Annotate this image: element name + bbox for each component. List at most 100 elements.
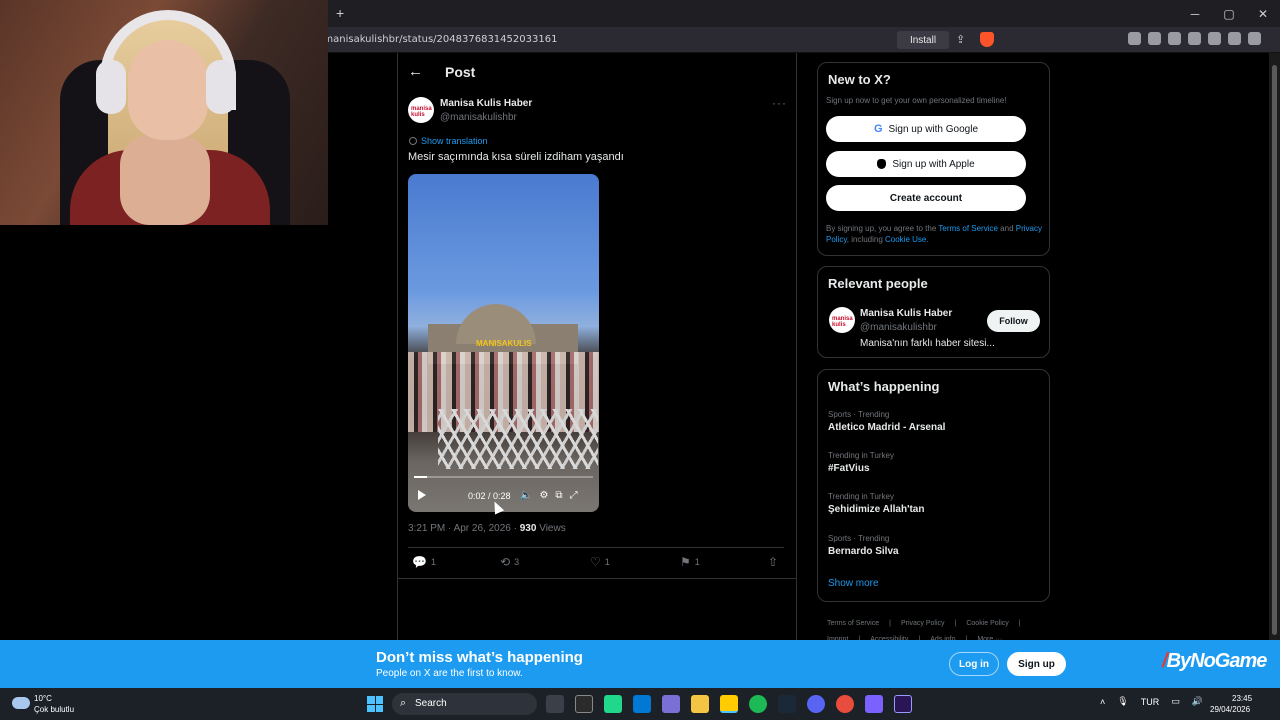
- post-timestamp[interactable]: 3:21 PM · Apr 26, 2026 ·: [408, 523, 520, 534]
- signup-google-button[interactable]: G Sign up with Google: [826, 116, 1026, 142]
- terms-of-service-link[interactable]: Terms of Service: [938, 224, 998, 233]
- reply-button[interactable]: 💬 1: [412, 555, 436, 569]
- person-avatar[interactable]: manisa kulis: [829, 307, 855, 333]
- like-button[interactable]: ♡ 1: [590, 555, 610, 569]
- play-icon[interactable]: [418, 490, 426, 500]
- network-icon[interactable]: ▭: [1171, 696, 1180, 707]
- trend-item[interactable]: Sports · Trending Atletico Madrid - Arsen…: [828, 410, 945, 433]
- like-count: 1: [604, 557, 610, 567]
- create-account-button[interactable]: Create account: [826, 185, 1026, 211]
- page-scrollbar[interactable]: [1269, 53, 1280, 640]
- trend-item[interactable]: Sports · Trending Bernardo Silva: [828, 534, 899, 557]
- bookmark-button[interactable]: ⚑ 1: [680, 555, 700, 569]
- author-handle[interactable]: @manisakulishbr: [440, 112, 517, 123]
- signup-apple-button[interactable]: Sign up with Apple: [826, 151, 1026, 177]
- steam-icon[interactable]: [778, 695, 796, 713]
- bynogame-brand: ByNoGame: [1166, 650, 1268, 672]
- footer-link[interactable]: Cookie Policy: [966, 620, 1008, 627]
- whats-happening-card: What’s happening Sports · Trending Atleti…: [817, 369, 1050, 602]
- brave-icon[interactable]: [836, 695, 854, 713]
- footer-link[interactable]: Privacy Policy: [901, 620, 945, 627]
- vscode-icon[interactable]: [633, 695, 651, 713]
- cookie-use-link[interactable]: Cookie Use: [885, 235, 926, 244]
- terminal-icon[interactable]: [575, 695, 593, 713]
- show-translation-link[interactable]: Show translation: [409, 136, 488, 146]
- volume-icon[interactable]: 🔈: [520, 490, 532, 501]
- install-app-button[interactable]: Install: [897, 31, 949, 49]
- discord-icon[interactable]: [807, 695, 825, 713]
- chevron-up-icon[interactable]: ˄: [1100, 697, 1105, 707]
- extension-icon[interactable]: [1128, 32, 1141, 45]
- post-text: Mesir saçımında kısa süreli izdiham yaşa…: [408, 151, 624, 163]
- weather-description[interactable]: Çok bulutlu: [34, 705, 74, 714]
- back-arrow-icon[interactable]: ←: [408, 63, 423, 80]
- taskbar-apps: [546, 695, 912, 713]
- starred-app-icon[interactable]: [720, 695, 738, 713]
- install-label: Install: [909, 34, 937, 46]
- task-view-icon[interactable]: [546, 695, 564, 713]
- close-window-button[interactable]: ✕: [1246, 0, 1280, 27]
- footer-separator: |: [889, 620, 891, 627]
- photoshop-icon[interactable]: [865, 695, 883, 713]
- author-name[interactable]: Manisa Kulis Haber: [440, 98, 532, 109]
- pycharm-icon[interactable]: [604, 695, 622, 713]
- login-button[interactable]: Log in: [949, 652, 999, 676]
- clock-time[interactable]: 23:45: [1232, 694, 1252, 703]
- show-more-link[interactable]: Show more: [828, 578, 879, 589]
- taskbar-search[interactable]: ⌕ Search: [392, 693, 537, 715]
- extensions-puzzle-icon[interactable]: [1168, 32, 1181, 45]
- trend-category: Trending in Turkey: [828, 492, 894, 501]
- avatar-logo-text: manisa kulis: [411, 106, 432, 118]
- cloud-icon[interactable]: [12, 697, 30, 709]
- new-tab-button[interactable]: +: [336, 5, 344, 21]
- avatar-logo-text: manisa kulis: [832, 316, 853, 328]
- repost-button[interactable]: ⟲ 3: [500, 555, 519, 569]
- trend-category: Sports · Trending: [828, 534, 890, 543]
- menu-icon[interactable]: [1248, 32, 1261, 45]
- trend-name: Şehidimize Allah'tan: [828, 504, 925, 515]
- bookmark-icon: ⚑: [680, 555, 691, 569]
- trend-item[interactable]: Trending in Turkey Şehidimize Allah'tan: [828, 492, 924, 515]
- author-avatar[interactable]: manisa kulis: [408, 97, 434, 123]
- windows-start-icon[interactable]: [367, 696, 383, 712]
- bynogame-logo: /ByNoGame: [1162, 650, 1268, 673]
- maximize-button[interactable]: ▢: [1212, 0, 1246, 27]
- video-time: 0:02 / 0:28: [468, 491, 511, 501]
- minimize-button[interactable]: ─: [1178, 0, 1212, 27]
- clock-date[interactable]: 29/04/2026: [1210, 705, 1250, 714]
- post-video[interactable]: MANISAKULIS 0:02 / 0:28 🔈 ⚙ ⧉ ⤢: [408, 174, 599, 512]
- follow-button[interactable]: Follow: [987, 310, 1040, 332]
- playlist-icon[interactable]: [1208, 32, 1221, 45]
- trend-item[interactable]: Trending in Turkey #FatVius: [828, 451, 894, 474]
- share-button[interactable]: ⇧: [768, 555, 778, 569]
- share-page-icon[interactable]: ⇪: [956, 33, 970, 47]
- banner-subtitle: People on X are the first to know.: [376, 668, 523, 679]
- scrollbar-thumb[interactable]: [1272, 65, 1277, 635]
- settings-icon[interactable]: ⚙: [539, 490, 548, 501]
- terms-including: , including: [846, 235, 885, 244]
- sidebar-icon[interactable]: [1228, 32, 1241, 45]
- more-options-icon[interactable]: ···: [772, 96, 787, 110]
- signup-button[interactable]: Sign up: [1007, 652, 1066, 676]
- footer-link[interactable]: Terms of Service: [827, 620, 879, 627]
- language-indicator[interactable]: TUR: [1141, 697, 1160, 707]
- premiere-icon[interactable]: [894, 695, 912, 713]
- tab-icon[interactable]: [1188, 32, 1201, 45]
- banner-title: Don’t miss what’s happening: [376, 649, 583, 666]
- microphone-icon[interactable]: 🎙: [1117, 696, 1128, 707]
- extension-icon[interactable]: [1148, 32, 1161, 45]
- spotify-icon[interactable]: [749, 695, 767, 713]
- fullscreen-icon[interactable]: ⤢: [570, 490, 578, 501]
- picture-in-picture-icon[interactable]: ⧉: [555, 490, 562, 501]
- signup-google-label: Sign up with Google: [888, 123, 979, 135]
- url-text[interactable]: /manisakulishbr/status/20483768314520331…: [320, 34, 557, 45]
- person-handle[interactable]: @manisakulishbr: [860, 322, 937, 333]
- person-name[interactable]: Manisa Kulis Haber: [860, 308, 952, 319]
- file-explorer-icon[interactable]: [691, 695, 709, 713]
- brave-shields-icon[interactable]: [980, 32, 994, 47]
- app-icon[interactable]: [662, 695, 680, 713]
- video-progress-bar[interactable]: [414, 476, 593, 478]
- weather-temperature[interactable]: 10°C: [34, 694, 52, 703]
- volume-icon[interactable]: 🔊: [1192, 696, 1203, 707]
- trend-category: Trending in Turkey: [828, 451, 894, 460]
